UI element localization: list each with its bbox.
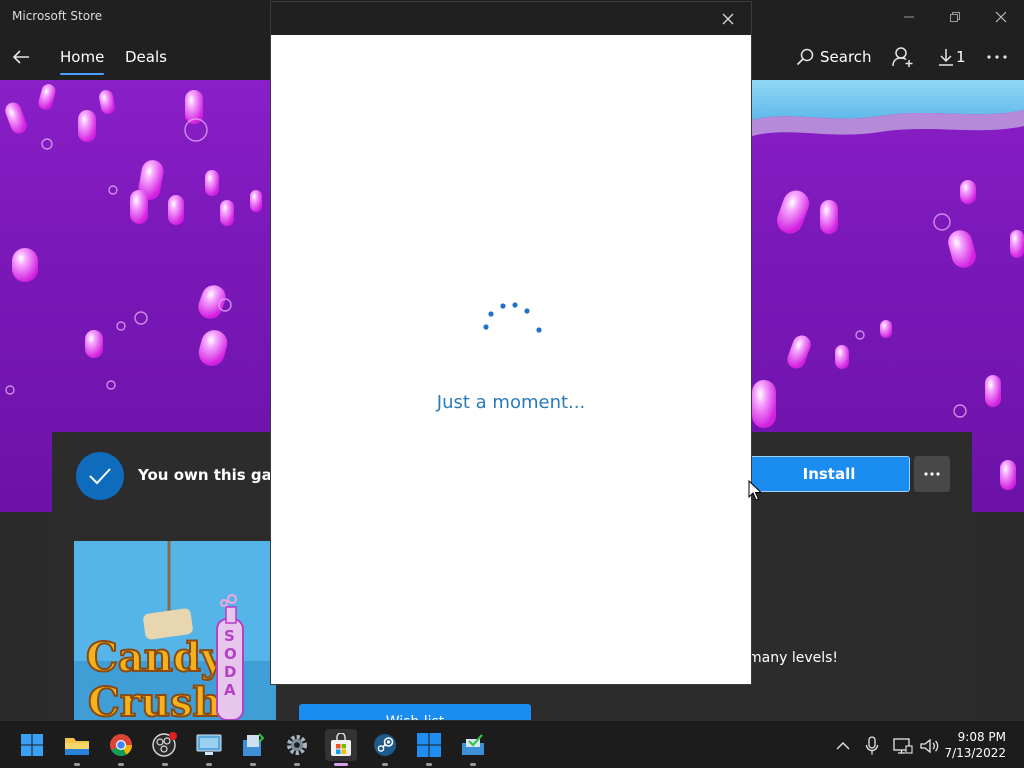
downloads-button[interactable]: 1 (938, 42, 966, 72)
store-bag-icon (331, 733, 351, 756)
taskbar-windows-app[interactable] (413, 729, 445, 766)
clock-date: 7/13/2022 (944, 746, 1006, 760)
tray-network[interactable] (892, 735, 914, 757)
user-add-icon (892, 47, 913, 67)
minimize-icon (904, 16, 914, 18)
loading-message: Just a moment... (436, 392, 586, 413)
taskbar-chrome[interactable] (105, 729, 137, 766)
more-menu-button[interactable] (986, 42, 1012, 72)
close-icon (722, 13, 734, 25)
windows-tiles-icon (417, 733, 441, 757)
search-label: Search (820, 48, 872, 66)
downloads-count: 1 (956, 48, 966, 66)
download-icon (939, 49, 953, 66)
svg-text:Candy: Candy (86, 634, 226, 681)
game-thumbnail[interactable]: Candy Crush S O D A (74, 541, 276, 720)
restore-icon (950, 12, 960, 22)
tray-overflow-button[interactable] (832, 735, 854, 757)
loading-dialog: Just a moment... (270, 1, 752, 685)
minimize-button[interactable] (892, 4, 926, 30)
taskbar-task-app[interactable] (457, 729, 489, 766)
more-options-button[interactable] (914, 456, 950, 492)
microphone-icon (865, 736, 879, 755)
app-title: Microsoft Store (12, 9, 103, 23)
tray-microphone[interactable] (861, 735, 883, 757)
windows-logo-icon (21, 734, 43, 756)
wishlist-button[interactable]: Wish list (299, 704, 531, 720)
tab-home[interactable]: Home (60, 48, 105, 75)
clock-time: 9:08 PM (957, 730, 1006, 744)
more-horizontal-icon (924, 472, 940, 476)
chrome-icon (110, 734, 132, 756)
tray-volume[interactable] (918, 735, 940, 757)
store-window: Microsoft Store Home Deals Search 1 You … (0, 0, 1024, 720)
gear-icon (287, 735, 307, 755)
taskbar-app-remote[interactable] (193, 729, 225, 766)
candy-crush-soda-logo: Candy Crush S O D A (74, 541, 276, 720)
speaker-icon (920, 738, 939, 754)
svg-text:O: O (224, 645, 237, 663)
tray-check-icon (462, 734, 484, 755)
taskbar-steam[interactable] (369, 729, 401, 766)
close-icon (995, 11, 1007, 23)
obs-icon (152, 732, 177, 757)
taskbar-app-installer[interactable] (237, 729, 269, 766)
mouse-cursor-icon (748, 480, 762, 501)
svg-text:A: A (224, 681, 236, 699)
svg-text:Crush: Crush (88, 679, 222, 720)
tab-deals[interactable]: Deals (125, 48, 167, 66)
loading-spinner-icon (483, 302, 542, 333)
arrow-left-icon (12, 50, 29, 64)
taskbar-file-explorer[interactable] (61, 729, 93, 766)
dialog-header (271, 2, 751, 35)
network-monitor-icon (893, 738, 913, 754)
description-text: many levels! (748, 650, 839, 666)
svg-text:D: D (224, 663, 236, 681)
chevron-up-icon (836, 742, 850, 750)
owned-badge (76, 452, 124, 500)
close-window-button[interactable] (984, 4, 1018, 30)
checkmark-icon (89, 468, 111, 485)
search-button[interactable]: Search (796, 42, 872, 72)
taskbar-microsoft-store[interactable] (325, 729, 357, 766)
start-button[interactable] (16, 729, 48, 761)
taskbar-obs[interactable] (149, 729, 181, 766)
dialog-close-button[interactable] (717, 8, 739, 30)
folder-icon (65, 738, 89, 755)
steam-icon (374, 734, 396, 756)
restore-button[interactable] (938, 4, 972, 30)
taskbar: 9:08 PM 7/13/2022 (0, 720, 1024, 768)
installer-icon (243, 733, 265, 756)
taskbar-clock[interactable]: 9:08 PM 7/13/2022 (944, 729, 1006, 761)
back-button[interactable] (6, 42, 36, 72)
more-horizontal-icon (987, 55, 1007, 59)
monitor-app-icon (196, 734, 222, 755)
search-icon (796, 48, 814, 66)
svg-text:S: S (224, 627, 235, 645)
install-button[interactable]: Install (748, 456, 910, 492)
taskbar-settings[interactable] (281, 729, 313, 766)
account-button[interactable] (892, 42, 918, 72)
